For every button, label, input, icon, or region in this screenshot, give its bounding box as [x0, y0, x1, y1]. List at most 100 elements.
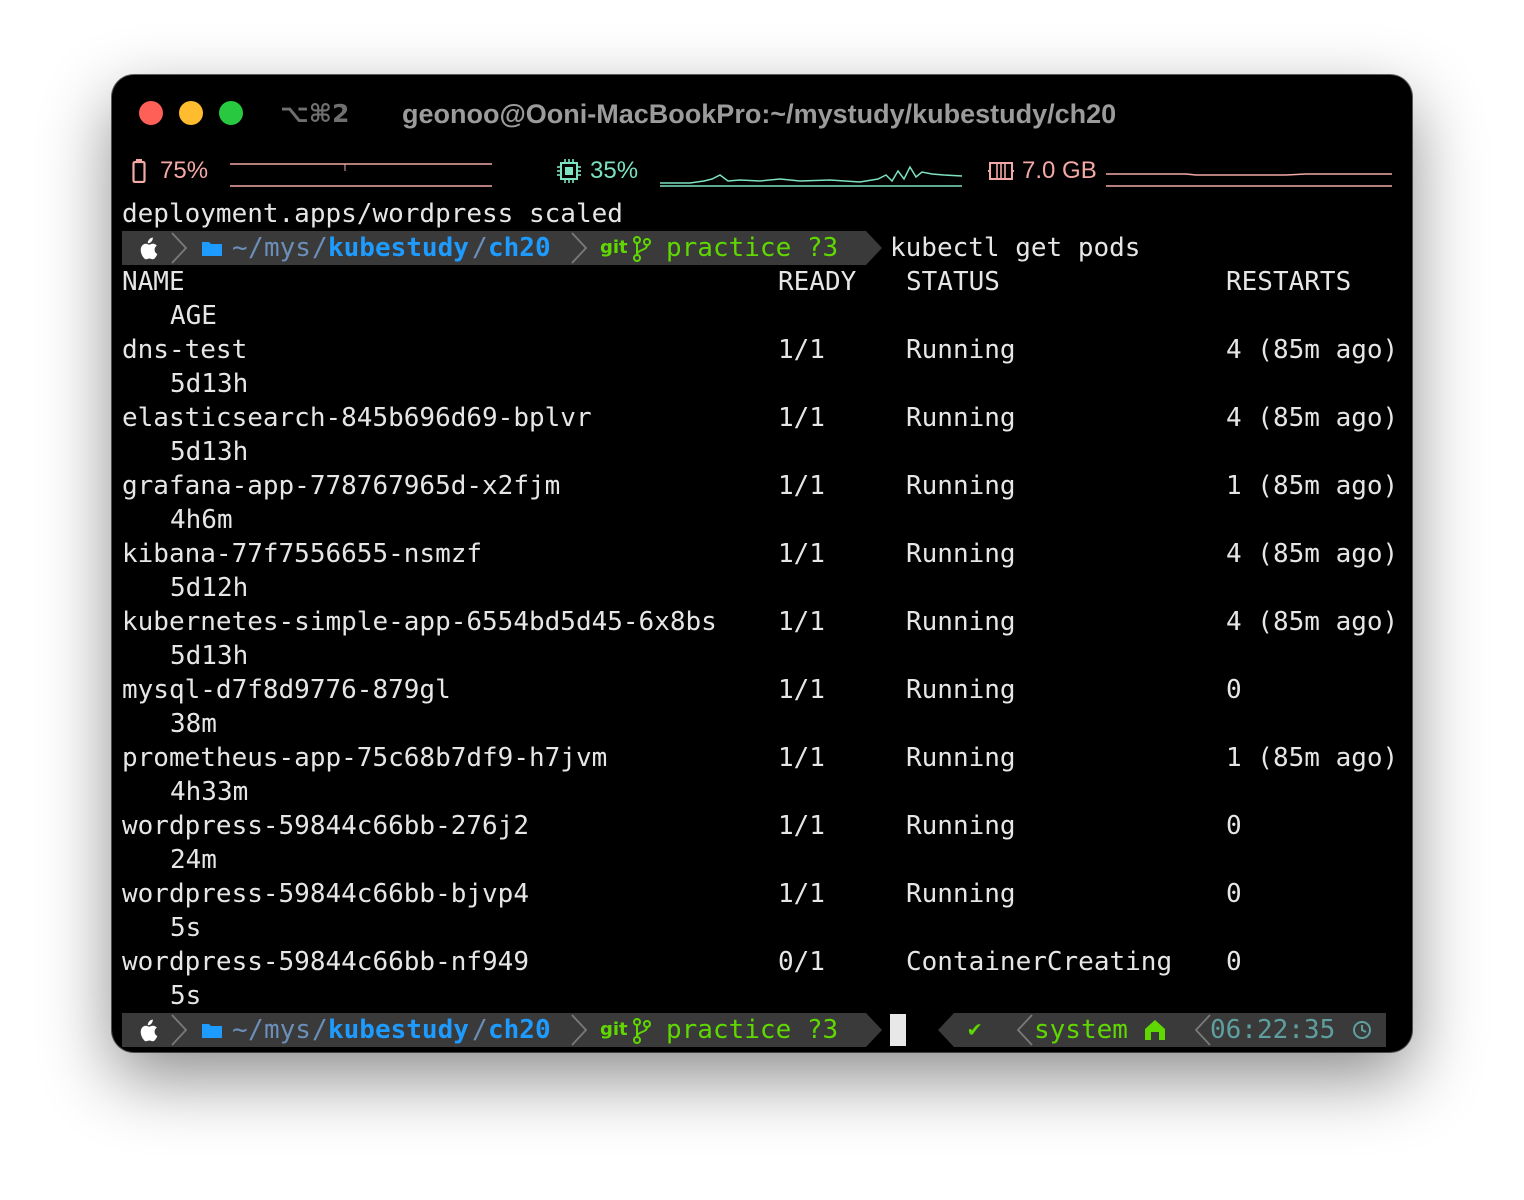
pod-name: wordpress-59844c66bb-bjvp4 [122, 879, 529, 909]
path-sep: / [312, 1015, 328, 1045]
command: kubectl get pods [890, 233, 1141, 263]
pod-restarts: 1 (85m ago) [1226, 743, 1399, 773]
pod-age: 5d13h [170, 437, 249, 467]
memory-stat: 7.0 GB [988, 157, 1097, 185]
pod-status: Running [906, 335, 1016, 365]
pod-restarts: 0 [1226, 879, 1242, 909]
pod-ready: 1/1 [778, 539, 825, 569]
pod-ready: 1/1 [778, 811, 825, 841]
close-window-button[interactable] [139, 101, 163, 125]
folder-icon [202, 242, 222, 256]
pod-ready: 0/1 [778, 947, 825, 977]
pod-status: Running [906, 879, 1016, 909]
table-header: NAME READY STATUS RESTARTS [122, 265, 1402, 299]
home-icon [1145, 1020, 1165, 1040]
path-sep: / [248, 1015, 264, 1045]
pod-name: mysql-d7f8d9776-879gl [122, 675, 451, 705]
git-branch-icon [633, 1018, 651, 1044]
table-row: kibana-77f7556655-nsmzf 1/1 Running 4 (85m … [122, 537, 1402, 571]
apple-icon [140, 237, 158, 260]
cpu-value: 35% [590, 157, 639, 184]
pod-ready: 1/1 [778, 675, 825, 705]
window-title: geonoo@Ooni-MacBookPro:~/mystudy/kubestu… [402, 99, 1117, 129]
git-branch: practice ?3 [666, 233, 839, 263]
pod-restarts: 0 [1226, 811, 1242, 841]
battery-graph [230, 163, 492, 187]
pod-status: Running [906, 471, 1016, 501]
cpu-graph [660, 165, 963, 187]
pod-age: 5d12h [170, 573, 249, 603]
active-prompt-line: ~ / mys / kubestudy / ch20 git practice … [122, 1013, 1402, 1047]
battery-value: 75% [160, 157, 209, 184]
path-kubestudy: kubestudy [328, 1015, 469, 1045]
path-ch20: ch20 [488, 1015, 551, 1045]
terminal-window: ⌥⌘2 geonoo@Ooni-MacBookPro:~/mystudy/kub… [112, 75, 1412, 1052]
pod-age: 5s [170, 981, 202, 1011]
pod-ready: 1/1 [778, 403, 825, 433]
git-label: git [600, 237, 628, 258]
pod-ready: 1/1 [778, 335, 825, 365]
path-sep: / [472, 1015, 488, 1045]
pod-age: 38m [170, 709, 217, 739]
path-mys: mys [264, 233, 311, 263]
path-sep: / [248, 233, 264, 263]
pod-age: 4h33m [170, 777, 249, 807]
pod-ready: 1/1 [778, 743, 825, 773]
header-status: STATUS [906, 267, 1000, 297]
clock-time: 06:22:35 [1210, 1015, 1336, 1045]
prompt-line: ~ / mys / kubestudy / ch20 git practice … [122, 231, 1402, 265]
path-sep: / [312, 233, 328, 263]
table-row: wordpress-59844c66bb-nf949 0/1 ContainerCr… [122, 945, 1402, 979]
memory-value: 7.0 GB [1022, 157, 1097, 184]
table-row: wordpress-59844c66bb-bjvp4 1/1 Running 0 [122, 877, 1402, 911]
minimize-window-button[interactable] [179, 101, 203, 125]
pod-restarts: 4 (85m ago) [1226, 403, 1399, 433]
table-row: wordpress-59844c66bb-276j2 1/1 Running 0 [122, 809, 1402, 843]
text-cursor[interactable] [890, 1014, 906, 1046]
title-bar[interactable]: ⌥⌘2 geonoo@Ooni-MacBookPro:~/mystudy/kub… [112, 75, 1412, 153]
output-line: deployment.apps/wordpress scaled [122, 199, 623, 229]
cpu-stat: 35% [556, 157, 638, 185]
git-label: git [600, 1019, 628, 1040]
pod-restarts: 0 [1226, 675, 1242, 705]
pod-name: dns-test [122, 335, 248, 365]
pod-name: wordpress-59844c66bb-nf949 [122, 947, 529, 977]
cpu-icon [557, 159, 581, 183]
pod-name: prometheus-app-75c68b7df9-h7jvm [122, 743, 608, 773]
pod-restarts: 0 [1226, 947, 1242, 977]
status-ok-icon: ✔ [968, 1017, 982, 1042]
pod-restarts: 4 (85m ago) [1226, 335, 1399, 365]
clock-icon [1353, 1021, 1371, 1039]
table-row: elasticsearch-845b696d69-bplvr 1/1 Running… [122, 401, 1402, 435]
pod-ready: 1/1 [778, 607, 825, 637]
battery-stat: 75% [132, 157, 208, 185]
pod-age: 5s [170, 913, 202, 943]
table-row: prometheus-app-75c68b7df9-h7jvm 1/1 Runnin… [122, 741, 1402, 775]
pod-name: grafana-app-778767965d-x2fjm [122, 471, 561, 501]
git-branch: practice ?3 [666, 1015, 839, 1045]
header-name: NAME [122, 267, 185, 297]
pod-ready: 1/1 [778, 471, 825, 501]
window-shortcut: ⌥⌘2 [280, 99, 350, 128]
git-branch-icon [633, 236, 651, 262]
zoom-window-button[interactable] [219, 101, 243, 125]
header-age: AGE [170, 301, 217, 331]
table-row: mysql-d7f8d9776-879gl 1/1 Running 0 [122, 673, 1402, 707]
path-kubestudy: kubestudy [328, 233, 469, 263]
header-restarts: RESTARTS [1226, 267, 1352, 297]
pod-status: Running [906, 539, 1016, 569]
pod-ready: 1/1 [778, 879, 825, 909]
pod-status: Running [906, 811, 1016, 841]
pod-age: 24m [170, 845, 217, 875]
pod-status: ContainerCreating [906, 947, 1173, 977]
path-ch20: ch20 [488, 233, 551, 263]
pod-restarts: 4 (85m ago) [1226, 539, 1399, 569]
pod-restarts: 1 (85m ago) [1226, 471, 1399, 501]
path-home: ~ [232, 1015, 248, 1045]
path-mys: mys [264, 1015, 311, 1045]
pod-status: Running [906, 675, 1016, 705]
env-name: system [1034, 1015, 1128, 1045]
path-sep: / [472, 233, 488, 263]
apple-icon [140, 1019, 158, 1042]
pod-name: elasticsearch-845b696d69-bplvr [122, 403, 592, 433]
